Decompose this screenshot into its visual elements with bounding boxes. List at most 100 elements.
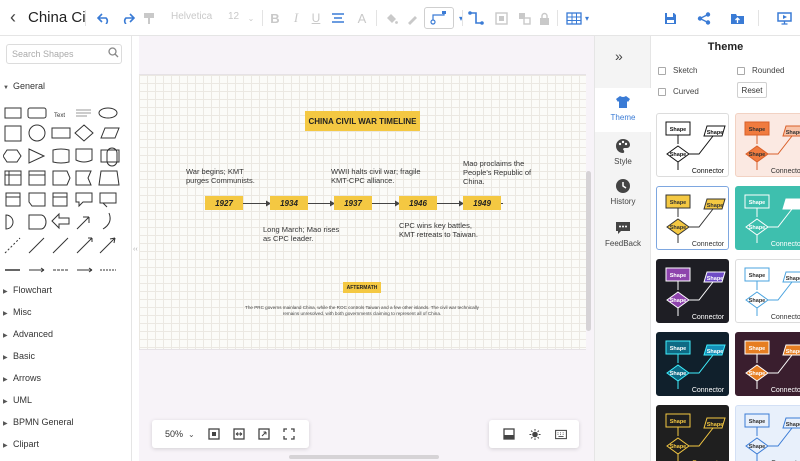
- category-clipart[interactable]: ▶ Clipart: [3, 438, 39, 450]
- category-advanced[interactable]: ▶ Advanced: [3, 328, 53, 340]
- line-color-icon[interactable]: [405, 9, 419, 27]
- expand-panel-icon[interactable]: »: [615, 48, 623, 64]
- theme-preview: Shape Shape Shape Connector: [744, 340, 800, 394]
- vertical-scrollbar[interactable]: [586, 171, 591, 331]
- fit-page-icon[interactable]: [208, 428, 220, 440]
- theme-card[interactable]: ShapeShapeShapeConnector: [656, 113, 729, 177]
- event-1927[interactable]: War begins; KMT purges Communists.: [186, 167, 264, 185]
- year-1937[interactable]: 1937: [334, 196, 372, 210]
- theme-card[interactable]: ShapeShapeShapeConnector: [656, 186, 729, 250]
- ungroup-icon[interactable]: [517, 9, 531, 27]
- nav-theme[interactable]: Theme: [595, 88, 651, 132]
- category-uml[interactable]: ▶ UML: [3, 394, 32, 406]
- curved-option[interactable]: Curved: [658, 87, 699, 96]
- nav-style[interactable]: Style: [595, 132, 651, 172]
- bold-icon[interactable]: B: [268, 9, 282, 27]
- font-family-select[interactable]: Helvetica: [171, 11, 212, 22]
- underline-icon[interactable]: U: [310, 9, 322, 27]
- font-size-select[interactable]: 12: [228, 11, 239, 22]
- aftermath-text[interactable]: The PRC governs mainland China, while th…: [239, 305, 485, 317]
- sketch-option[interactable]: Sketch: [658, 66, 697, 75]
- svg-text:Shape: Shape: [749, 273, 766, 279]
- svg-text:Connector: Connector: [692, 387, 725, 394]
- align-icon[interactable]: [329, 9, 347, 27]
- theme-card[interactable]: ShapeShapeShapeConnector: [656, 405, 729, 461]
- category-bpmn-general[interactable]: ▶ BPMN General: [3, 416, 74, 428]
- event-1949[interactable]: Mao proclaims the People's Republic of C…: [463, 159, 543, 186]
- svg-text:Shape: Shape: [786, 276, 800, 282]
- zoom-chevron-icon[interactable]: ⌄: [188, 430, 195, 439]
- table-icon[interactable]: [565, 9, 583, 27]
- svg-text:Connector: Connector: [771, 387, 800, 394]
- category-general[interactable]: ▼ General: [3, 80, 45, 92]
- fullscreen-icon[interactable]: [283, 428, 295, 440]
- event-1934[interactable]: Long March; Mao rises as CPC leader.: [263, 225, 341, 243]
- caret-right-icon: ▶: [3, 311, 8, 317]
- event-1937[interactable]: WWII halts civil war; fragile KMT-CPC al…: [331, 167, 427, 185]
- share-icon[interactable]: [696, 9, 712, 27]
- category-flowchart[interactable]: ▶ Flowchart: [3, 284, 52, 296]
- reset-button[interactable]: Reset: [737, 82, 767, 98]
- lock-icon[interactable]: [538, 9, 550, 27]
- undo-icon[interactable]: [96, 9, 112, 27]
- toolbar-separator: [557, 10, 558, 26]
- italic-icon[interactable]: I: [290, 9, 302, 27]
- font-size-chevron-icon[interactable]: ⌄: [247, 9, 255, 27]
- year-1927[interactable]: 1927: [205, 196, 243, 210]
- year-1949[interactable]: 1949: [463, 196, 501, 210]
- svg-text:Shape: Shape: [749, 127, 766, 133]
- format-panel-icon[interactable]: [503, 428, 515, 440]
- curved-checkbox[interactable]: [658, 87, 666, 96]
- theme-card[interactable]: ShapeShapeShapeConnector: [735, 186, 800, 250]
- rounded-checkbox[interactable]: [737, 66, 745, 75]
- search-shapes-input[interactable]: Search Shapes: [6, 44, 122, 64]
- export-folder-icon[interactable]: [729, 9, 745, 27]
- sketch-checkbox[interactable]: [658, 66, 666, 75]
- connector-chevron-icon[interactable]: ▾: [457, 9, 465, 27]
- horizontal-scrollbar[interactable]: [289, 455, 439, 459]
- rounded-option[interactable]: Rounded: [737, 66, 784, 75]
- group-icon[interactable]: [494, 9, 508, 27]
- theme-card[interactable]: ShapeShapeShapeConnector: [735, 113, 800, 177]
- svg-text:Shape: Shape: [707, 422, 724, 428]
- fill-bucket-icon[interactable]: [384, 9, 398, 27]
- panel-collapse-handle[interactable]: ‹‹: [133, 246, 138, 253]
- keyboard-icon[interactable]: [555, 428, 567, 440]
- nav-history[interactable]: History: [595, 172, 651, 212]
- diagram-page[interactable]: CHINA CIVIL WAR TIMELINE 1927 1934 1937 …: [139, 74, 586, 350]
- fit-selection-icon[interactable]: [258, 428, 270, 440]
- table-chevron-icon[interactable]: ▾: [583, 9, 591, 27]
- year-1934[interactable]: 1934: [270, 196, 308, 210]
- category-basic[interactable]: ▶ Basic: [3, 350, 35, 362]
- back-arrow-icon[interactable]: ‹: [4, 7, 22, 28]
- search-icon[interactable]: [108, 47, 119, 61]
- svg-text:Shape: Shape: [749, 371, 766, 377]
- fit-width-icon[interactable]: [233, 428, 245, 440]
- format-painter-icon[interactable]: [142, 9, 156, 27]
- theme-card[interactable]: ShapeShapeShapeConnector: [735, 332, 800, 396]
- shape-library-panel: Search Shapes ▼ General Text ▶ Flowchart…: [0, 36, 132, 461]
- shape-thumbnails[interactable]: Text: [3, 105, 121, 273]
- theme-light-icon[interactable]: [529, 428, 541, 440]
- theme-card[interactable]: ShapeShapeShapeConnector: [656, 259, 729, 323]
- category-misc[interactable]: ▶ Misc: [3, 306, 32, 318]
- svg-text:Shape: Shape: [670, 273, 687, 279]
- year-1946[interactable]: 1946: [399, 196, 437, 210]
- text-color-icon[interactable]: A: [356, 9, 368, 27]
- document-title[interactable]: China Ci: [28, 9, 88, 26]
- connector-style-button[interactable]: [424, 7, 454, 29]
- category-arrows[interactable]: ▶ Arrows: [3, 372, 41, 384]
- diagram-canvas[interactable]: CHINA CIVIL WAR TIMELINE 1927 1934 1937 …: [139, 36, 594, 461]
- theme-card[interactable]: ShapeShapeShapeConnector: [735, 259, 800, 323]
- theme-card[interactable]: ShapeShapeShapeConnector: [735, 405, 800, 461]
- svg-text:Shape: Shape: [670, 298, 687, 304]
- aftermath-label[interactable]: AFTERMATH: [343, 282, 381, 293]
- zoom-level[interactable]: 50%: [165, 429, 183, 439]
- nav-feedback[interactable]: FeedBack: [595, 214, 651, 254]
- present-icon[interactable]: [776, 9, 792, 27]
- theme-card[interactable]: ShapeShapeShapeConnector: [656, 332, 729, 396]
- waypoint-icon[interactable]: [467, 9, 485, 27]
- redo-icon[interactable]: [120, 9, 136, 27]
- save-icon[interactable]: [662, 9, 678, 27]
- event-1946[interactable]: CPC wins key battles, KMT retreats to Ta…: [399, 221, 479, 239]
